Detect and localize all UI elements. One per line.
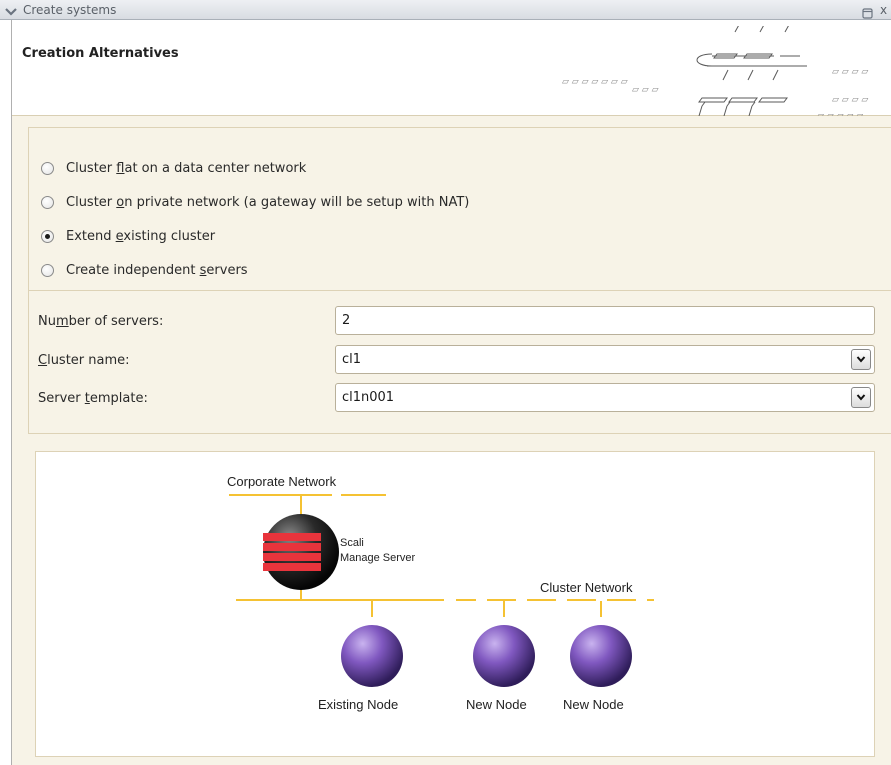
radio-button[interactable] — [41, 161, 54, 175]
server-role-label: Manage Server — [340, 552, 416, 564]
radio-button[interactable] — [41, 263, 54, 277]
wizard-content: Cluster flat on a data center network Cl… — [12, 116, 891, 765]
option-label: Create independent servers — [66, 262, 248, 278]
cluster-network-label: Cluster Network — [540, 580, 633, 595]
network-banner-graphic: ▱ ▱ ▱ ▱ ▱ ▱ ▱ ▱ ▱ ▱ ▱ ▱ ▱ ▱ ▱ ▱ ▱ ▱ ▱ ▱ … — [562, 26, 868, 116]
option-label: Cluster on private network (a gateway wi… — [66, 194, 470, 210]
option-label: Extend existing cluster — [66, 228, 216, 244]
radio-button-selected[interactable] — [41, 229, 54, 243]
cluster-settings-form: Number of servers: Cluster name: cl1 Ser… — [28, 290, 891, 434]
server-template-value: cl1n001 — [342, 390, 395, 405]
option-cluster-flat[interactable]: Cluster flat on a data center network — [41, 158, 306, 178]
window-left-edge — [0, 20, 12, 765]
radio-button[interactable] — [41, 195, 54, 209]
server-name-label: Scali — [340, 537, 364, 549]
svg-text:▱ ▱ ▱ ▱: ▱ ▱ ▱ ▱ — [832, 67, 868, 77]
option-cluster-private[interactable]: Cluster on private network (a gateway wi… — [41, 192, 469, 212]
servers-label: Number of servers: — [38, 314, 164, 329]
number-of-servers-input[interactable] — [335, 306, 875, 335]
wizard-header: Creation Alternatives ▱ ▱ ▱ ▱ ▱ ▱ ▱ ▱ ▱ … — [12, 20, 891, 116]
cluster-name-combo[interactable]: cl1 — [335, 345, 875, 374]
cluster-name-label: Cluster name: — [38, 353, 130, 368]
cluster-topology-diagram: Corporate Network Scali Manage Server Cl… — [35, 451, 875, 757]
creation-alternatives-group: Cluster flat on a data center network Cl… — [28, 127, 891, 291]
svg-text:▱ ▱ ▱: ▱ ▱ ▱ — [632, 85, 659, 95]
new-node-label: New Node — [563, 697, 624, 712]
option-extend-cluster[interactable]: Extend existing cluster — [41, 226, 215, 246]
new-node-label: New Node — [466, 697, 527, 712]
server-icon — [263, 514, 339, 590]
window-title: Create systems — [23, 3, 117, 17]
option-label: Cluster flat on a data center network — [66, 160, 307, 176]
title-bar: Create systems x — [0, 0, 891, 20]
server-template-combo[interactable]: cl1n001 — [335, 383, 875, 412]
existing-node-label: Existing Node — [318, 697, 399, 712]
chevron-down-icon[interactable] — [851, 387, 871, 408]
corporate-network-label: Corporate Network — [227, 474, 337, 489]
close-icon[interactable]: x — [880, 3, 887, 17]
cluster-name-value: cl1 — [342, 352, 362, 367]
page-heading: Creation Alternatives — [22, 46, 179, 61]
existing-node-icon — [341, 625, 403, 687]
server-template-label: Server template: — [38, 391, 148, 406]
svg-text:▱ ▱ ▱ ▱ ▱ ▱ ▱: ▱ ▱ ▱ ▱ ▱ ▱ ▱ — [562, 77, 628, 87]
option-independent-servers[interactable]: Create independent servers — [41, 260, 248, 280]
svg-text:▱ ▱ ▱ ▱: ▱ ▱ ▱ ▱ — [832, 95, 868, 105]
new-node-icon — [570, 625, 632, 687]
new-node-icon — [473, 625, 535, 687]
chevron-down-icon[interactable] — [851, 349, 871, 370]
